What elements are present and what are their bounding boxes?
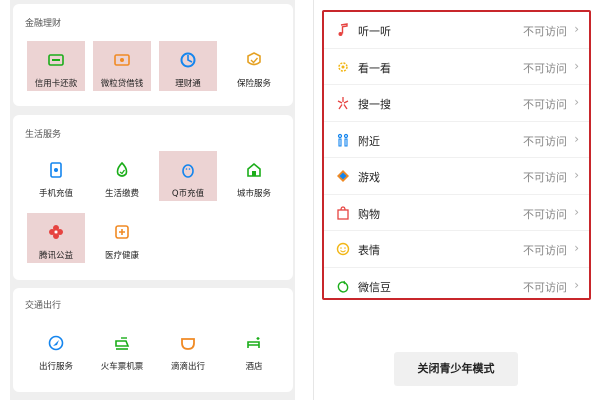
restricted-menu: 听一听 不可访问 › 看一看 不可访问 › 搜一搜 不可访问 › 附近 不可访问… bbox=[322, 10, 591, 300]
wechat-bean-icon bbox=[337, 280, 349, 293]
menu-item-label: 搜一搜 bbox=[358, 98, 391, 111]
menu-item-label: 微信豆 bbox=[358, 280, 391, 294]
tile-label: 城市服务 bbox=[236, 189, 271, 199]
emoji-icon bbox=[336, 242, 350, 256]
city-icon bbox=[247, 162, 261, 177]
life-title: 生活服务 bbox=[25, 130, 62, 140]
menu-item-status: 不可访问 bbox=[523, 207, 567, 221]
menu-item-status: 不可访问 bbox=[523, 134, 567, 148]
menu-item-emoji[interactable]: 表情 不可访问 › bbox=[324, 231, 589, 268]
insurance-icon bbox=[247, 52, 261, 66]
loan-icon bbox=[114, 54, 130, 66]
menu-item-status: 不可访问 bbox=[523, 98, 567, 111]
menu-item-status: 不可访问 bbox=[523, 25, 567, 38]
menu-item-status: 不可访问 bbox=[523, 280, 567, 294]
tile-travel[interactable]: 出行服务 bbox=[27, 324, 85, 374]
tile-phone-topup[interactable]: 手机充值 bbox=[27, 151, 85, 201]
travel-icon bbox=[48, 335, 64, 351]
chevron-right-icon: › bbox=[574, 131, 579, 146]
health-icon bbox=[115, 225, 129, 239]
menu-item-listen[interactable]: 听一听 不可访问 › bbox=[324, 12, 589, 49]
hotel-icon bbox=[247, 337, 260, 348]
utility-icon bbox=[116, 161, 128, 177]
finance-title: 金融理财 bbox=[25, 19, 62, 29]
tile-label: 保险服务 bbox=[236, 79, 271, 89]
tile-hotel[interactable]: 酒店 bbox=[225, 324, 283, 374]
shopping-bag-icon bbox=[337, 205, 349, 220]
menu-item-search[interactable]: 搜一搜 不可访问 › bbox=[324, 85, 589, 122]
game-icon bbox=[337, 170, 349, 182]
search-spark-icon bbox=[337, 97, 349, 110]
music-note-icon bbox=[338, 23, 348, 36]
menu-item-label: 购物 bbox=[358, 207, 380, 221]
tile-city[interactable]: 城市服务 bbox=[225, 151, 283, 201]
tile-qcoin[interactable]: Q币充值 bbox=[159, 151, 217, 201]
menu-item-label: 表情 bbox=[358, 244, 380, 257]
didi-icon bbox=[181, 338, 195, 350]
menu-item-label: 听一听 bbox=[358, 25, 391, 38]
menu-item-label: 附近 bbox=[358, 134, 380, 148]
chevron-right-icon: › bbox=[574, 204, 579, 219]
chevron-right-icon: › bbox=[574, 58, 579, 73]
tile-wealth[interactable]: 理财通 bbox=[159, 41, 217, 91]
menu-item-status: 不可访问 bbox=[523, 61, 567, 75]
menu-item-game[interactable]: 游戏 不可访问 › bbox=[324, 158, 589, 195]
menu-item-label: 看一看 bbox=[358, 61, 391, 75]
traffic-title: 交通出行 bbox=[25, 301, 62, 311]
tile-insurance[interactable]: 保险服务 bbox=[225, 41, 283, 91]
tile-didi[interactable]: 滴滴出行 bbox=[159, 324, 217, 374]
menu-item-nearby[interactable]: 附近 不可访问 › bbox=[324, 122, 589, 158]
menu-item-status: 不可访问 bbox=[523, 171, 567, 184]
tile-credit-card[interactable]: 信用卡还款 bbox=[27, 41, 85, 91]
wealth-icon bbox=[180, 52, 196, 68]
menu-item-shopping[interactable]: 购物 不可访问 › bbox=[324, 195, 589, 231]
tile-charity[interactable]: 腾讯公益 bbox=[27, 213, 85, 263]
close-teen-mode-button[interactable]: 关闭青少年模式 bbox=[394, 352, 518, 386]
penguin-icon bbox=[182, 164, 194, 178]
chevron-right-icon: › bbox=[574, 95, 579, 109]
finance-card: 金融理财 信用卡还款 微粒贷借钱 理财通 保险服务 bbox=[13, 4, 293, 106]
tile-label: 酒店 bbox=[245, 362, 263, 372]
tile-utility[interactable]: 生活缴费 bbox=[93, 151, 151, 201]
nearby-people-icon bbox=[337, 133, 349, 147]
chevron-right-icon: › bbox=[574, 22, 579, 36]
menu-item-wechat-bean[interactable]: 微信豆 不可访问 › bbox=[324, 268, 589, 305]
charity-icon bbox=[49, 225, 63, 239]
chevron-right-icon: › bbox=[574, 241, 579, 255]
traffic-card: 交通出行 出行服务 火车票机票 滴滴出行 酒店 bbox=[13, 288, 293, 392]
menu-item-look[interactable]: 看一看 不可访问 › bbox=[324, 49, 589, 85]
menu-item-status: 不可访问 bbox=[523, 244, 567, 257]
credit-card-icon bbox=[48, 54, 64, 66]
look-icon bbox=[338, 61, 348, 72]
tile-train[interactable]: 火车票机票 bbox=[93, 324, 151, 374]
menu-item-label: 游戏 bbox=[358, 171, 380, 184]
chevron-right-icon: › bbox=[574, 277, 579, 292]
tile-health[interactable]: 医疗健康 bbox=[93, 213, 151, 263]
phone-topup-icon bbox=[50, 162, 62, 178]
train-icon bbox=[115, 337, 130, 350]
life-card: 生活服务 手机充值 生活缴费 Q币充值 城市服务 腾讯公益 医疗健康 bbox=[13, 115, 293, 280]
services-panel: 金融理财 信用卡还款 微粒贷借钱 理财通 保险服务 生活服务 手机充值 生活缴费… bbox=[10, 0, 295, 400]
teen-mode-panel: 听一听 不可访问 › 看一看 不可访问 › 搜一搜 不可访问 › 附近 不可访问… bbox=[313, 0, 600, 400]
tile-loan[interactable]: 微粒贷借钱 bbox=[93, 41, 151, 91]
tile-label: 医疗健康 bbox=[104, 251, 139, 261]
chevron-right-icon: › bbox=[574, 168, 579, 182]
